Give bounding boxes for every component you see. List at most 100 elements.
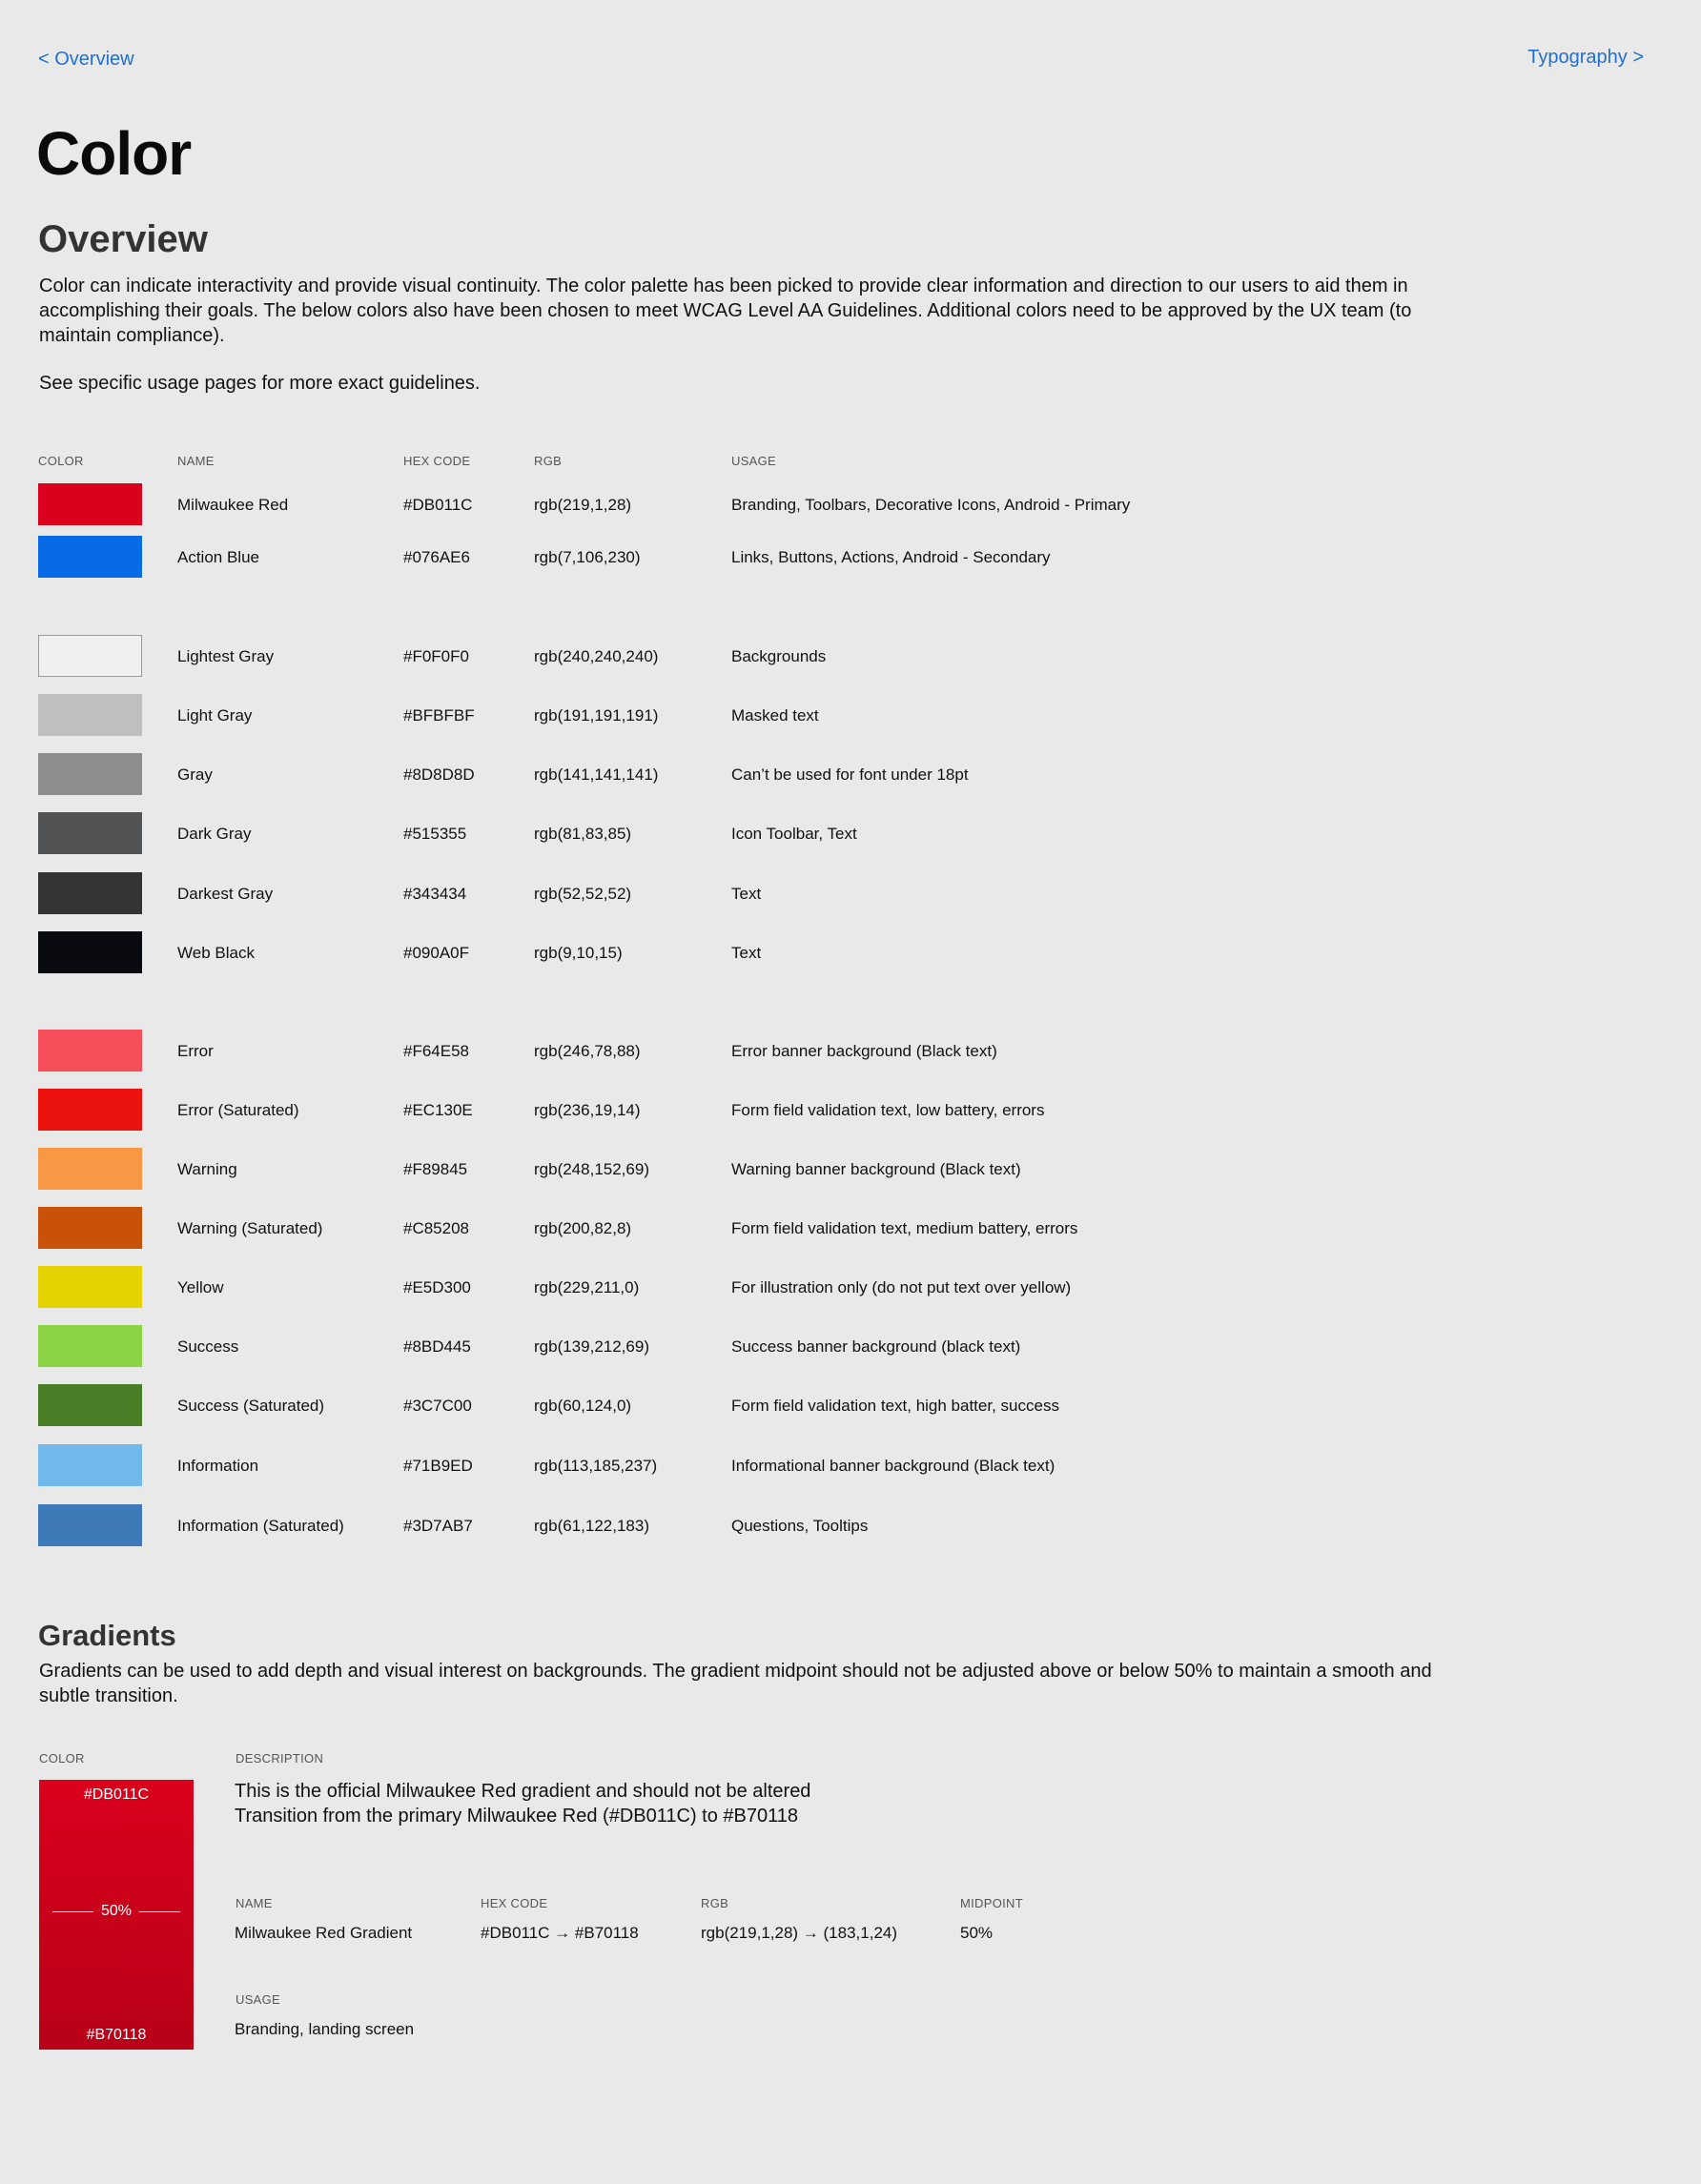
column-header-name: NAME bbox=[177, 454, 215, 468]
color-name: Dark Gray bbox=[177, 825, 252, 843]
color-swatch bbox=[38, 536, 142, 578]
gradient-swatch: #DB011C 50% #B70118 bbox=[39, 1780, 194, 2050]
overview-note: See specific usage pages for more exact … bbox=[39, 373, 481, 394]
color-swatch bbox=[38, 694, 142, 736]
nav-next-link[interactable]: Typography > bbox=[1527, 47, 1644, 69]
gradient-label-usage: USAGE bbox=[236, 1992, 281, 2007]
gradient-rgb-value: rgb(219,1,28) → (183,1,24) bbox=[701, 1924, 898, 1942]
color-hex: #090A0F bbox=[403, 944, 469, 962]
gradient-description-line-1: This is the official Milwaukee Red gradi… bbox=[235, 1781, 811, 1802]
color-swatch bbox=[38, 1384, 142, 1426]
table-row: Dark Gray #515355 rgb(81,83,85) Icon Toolba… bbox=[0, 812, 1701, 854]
color-name: Success (Saturated) bbox=[177, 1397, 325, 1415]
color-name: Success bbox=[177, 1337, 239, 1356]
color-hex: #076AE6 bbox=[403, 548, 470, 566]
color-swatch bbox=[38, 635, 142, 677]
gradient-label-rgb: RGB bbox=[701, 1896, 729, 1910]
gradient-midpoint-marker: 50% bbox=[52, 1903, 180, 1920]
color-rgb: rgb(240,240,240) bbox=[534, 647, 659, 665]
color-hex: #343434 bbox=[403, 885, 467, 903]
color-swatch bbox=[38, 1504, 142, 1546]
color-swatch bbox=[38, 1325, 142, 1367]
table-row: Error #F64E58 rgb(246,78,88) Error banner b… bbox=[0, 1030, 1701, 1072]
color-name: Milwaukee Red bbox=[177, 496, 289, 514]
color-name: Lightest Gray bbox=[177, 647, 275, 665]
color-name: Error bbox=[177, 1042, 214, 1060]
gradient-label-color: COLOR bbox=[39, 1751, 85, 1766]
color-name: Light Gray bbox=[177, 706, 253, 725]
color-swatch bbox=[38, 753, 142, 795]
table-row: Lightest Gray #F0F0F0 rgb(240,240,240) Back… bbox=[0, 635, 1701, 677]
color-swatch bbox=[38, 812, 142, 854]
color-usage: For illustration only (do not put text o… bbox=[731, 1278, 1072, 1296]
color-swatch bbox=[38, 931, 142, 973]
overview-body: Color can indicate interactivity and pro… bbox=[39, 276, 1412, 346]
color-swatch bbox=[38, 1266, 142, 1308]
color-hex: #F64E58 bbox=[403, 1042, 469, 1060]
midpoint-line-left bbox=[52, 1910, 93, 1912]
table-row: Error (Saturated) #EC130E rgb(236,19,14) Fo… bbox=[0, 1089, 1701, 1131]
color-usage: Warning banner background (Black text) bbox=[731, 1160, 1021, 1178]
table-row: Milwaukee Red #DB011C rgb(219,1,28) Brandin… bbox=[0, 483, 1701, 525]
color-rgb: rgb(52,52,52) bbox=[534, 885, 632, 903]
color-rgb: rgb(113,185,237) bbox=[534, 1457, 658, 1475]
color-usage: Form field validation text, high batter,… bbox=[731, 1397, 1059, 1415]
table-row: Information (Saturated) #3D7AB7 rgb(61,122… bbox=[0, 1504, 1701, 1546]
color-name: Gray bbox=[177, 765, 213, 784]
color-rgb: rgb(141,141,141) bbox=[534, 765, 659, 784]
gradient-end-hex: #B70118 bbox=[86, 2027, 147, 2043]
color-usage: Form field validation text, medium batte… bbox=[731, 1219, 1078, 1237]
color-hex: #71B9ED bbox=[403, 1457, 473, 1475]
table-row: Success #8BD445 rgb(139,212,69) Success ban… bbox=[0, 1325, 1701, 1367]
color-hex: #F89845 bbox=[403, 1160, 468, 1178]
color-hex: #E5D300 bbox=[403, 1278, 471, 1296]
gradients-body: Gradients can be used to add depth and v… bbox=[39, 1661, 1432, 1706]
color-usage: Text bbox=[731, 944, 762, 962]
gradient-name-value: Milwaukee Red Gradient bbox=[235, 1924, 413, 1942]
nav-prev-link[interactable]: < Overview bbox=[38, 49, 134, 71]
color-hex: #F0F0F0 bbox=[403, 647, 469, 665]
color-swatch bbox=[38, 1148, 142, 1190]
color-rgb: rgb(248,152,69) bbox=[534, 1160, 649, 1178]
color-rgb: rgb(9,10,15) bbox=[534, 944, 623, 962]
table-row: Gray #8D8D8D rgb(141,141,141) Can’t be used… bbox=[0, 753, 1701, 795]
color-usage: Masked text bbox=[731, 706, 819, 725]
table-row: Yellow #E5D300 rgb(229,211,0) For illustrat… bbox=[0, 1266, 1701, 1308]
color-swatch bbox=[38, 1444, 142, 1486]
table-row: Darkest Gray #343434 rgb(52,52,52) Text bbox=[0, 872, 1701, 914]
color-rgb: rgb(229,211,0) bbox=[534, 1278, 640, 1296]
color-swatch bbox=[38, 1207, 142, 1249]
color-name: Warning (Saturated) bbox=[177, 1219, 323, 1237]
color-rgb: rgb(60,124,0) bbox=[534, 1397, 632, 1415]
color-swatch bbox=[38, 1030, 142, 1072]
gradient-midpoint-value: 50% bbox=[960, 1924, 994, 1942]
color-rgb: rgb(7,106,230) bbox=[534, 548, 641, 566]
color-name: Yellow bbox=[177, 1278, 224, 1296]
gradient-label-midpoint: MIDPOINT bbox=[960, 1896, 1023, 1910]
color-usage: Form field validation text, low battery,… bbox=[731, 1101, 1045, 1119]
color-name: Warning bbox=[177, 1160, 237, 1178]
color-name: Action Blue bbox=[177, 548, 259, 566]
color-usage: Links, Buttons, Actions, Android - Secon… bbox=[731, 548, 1051, 566]
table-row: Web Black #090A0F rgb(9,10,15) Text bbox=[0, 931, 1701, 973]
column-header-color: COLOR bbox=[38, 454, 84, 468]
color-rgb: rgb(200,82,8) bbox=[534, 1219, 632, 1237]
color-usage: Success banner background (black text) bbox=[731, 1337, 1021, 1356]
color-swatch bbox=[38, 1089, 142, 1131]
column-header-usage: USAGE bbox=[731, 454, 777, 468]
color-hex: #BFBFBF bbox=[403, 706, 475, 725]
color-usage: Error banner background (Black text) bbox=[731, 1042, 997, 1060]
table-row: Action Blue #076AE6 rgb(7,106,230) Links, B… bbox=[0, 536, 1701, 578]
color-hex: #C85208 bbox=[403, 1219, 470, 1237]
color-hex: #DB011C bbox=[403, 496, 473, 514]
color-usage: Questions, Tooltips bbox=[731, 1517, 869, 1535]
page-title: Color bbox=[36, 119, 192, 188]
color-usage: Branding, Toolbars, Decorative Icons, An… bbox=[731, 496, 1131, 514]
gradients-heading: Gradients bbox=[38, 1619, 176, 1652]
color-hex: #3D7AB7 bbox=[403, 1517, 473, 1535]
midpoint-line-right bbox=[139, 1910, 180, 1912]
gradient-label-hex: HEX CODE bbox=[481, 1896, 548, 1910]
table-row: Warning #F89845 rgb(248,152,69) Warning ban… bbox=[0, 1148, 1701, 1190]
color-hex: #515355 bbox=[403, 825, 467, 843]
gradient-label-name: NAME bbox=[236, 1896, 273, 1910]
